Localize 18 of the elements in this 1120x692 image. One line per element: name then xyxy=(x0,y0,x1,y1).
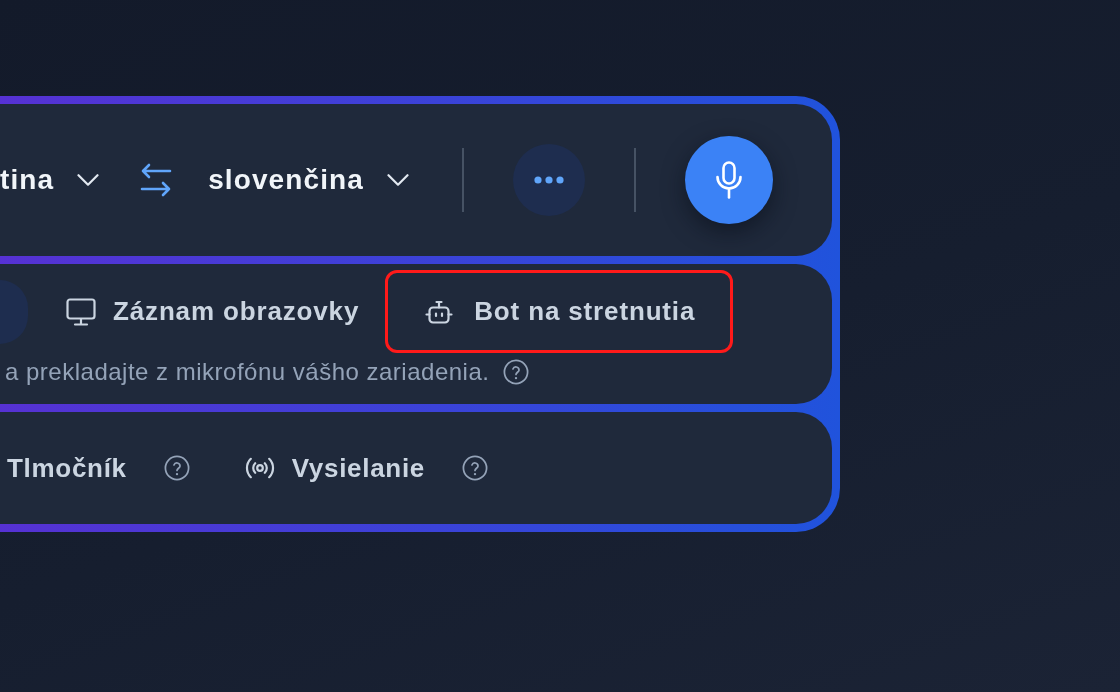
broadcast-icon xyxy=(244,457,275,479)
monitor-icon xyxy=(66,297,96,326)
more-icon xyxy=(533,176,564,184)
robot-icon xyxy=(425,299,454,324)
hint-text: a prekladajte z mikrofónu vášho zariadenia. xyxy=(5,359,490,385)
help-icon[interactable] xyxy=(163,455,190,481)
help-icon[interactable] xyxy=(503,359,530,385)
language-dropdown[interactable]: slovenčina xyxy=(208,163,409,197)
language-dropdown[interactable]: tina xyxy=(0,163,100,197)
feature-option[interactable]: Tlmočník xyxy=(7,448,127,488)
swap-icon[interactable] xyxy=(140,163,173,197)
microphone-icon xyxy=(714,161,743,199)
mode-tab[interactable]: Bot na stretnutia xyxy=(385,270,734,353)
mode-tab[interactable]: Záznam obrazovky xyxy=(40,279,380,344)
help-icon[interactable] xyxy=(461,455,488,481)
chevron-down-icon xyxy=(77,174,100,186)
feature-option[interactable]: Vysielanie xyxy=(244,448,425,488)
chevron-down-icon xyxy=(386,174,409,186)
